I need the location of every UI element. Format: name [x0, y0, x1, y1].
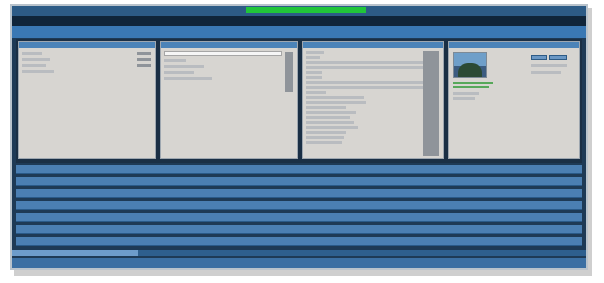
detail-line	[453, 97, 475, 100]
list-item[interactable]	[22, 58, 50, 61]
list-item[interactable]	[164, 65, 204, 68]
detail-line	[531, 71, 561, 74]
section-bar-7[interactable]	[16, 237, 582, 246]
scrollbar[interactable]	[423, 51, 439, 156]
list-item[interactable]	[306, 131, 346, 134]
action-button-2[interactable]	[549, 55, 567, 60]
panel-header	[303, 42, 443, 48]
list-item[interactable]	[164, 59, 186, 62]
list-item[interactable]	[306, 141, 342, 144]
list-item[interactable]	[306, 86, 426, 89]
list-item[interactable]	[306, 96, 364, 99]
action-button-1[interactable]	[531, 55, 547, 60]
top-tab-6[interactable]	[532, 8, 572, 13]
status-line	[453, 82, 493, 84]
panel-list-1	[18, 41, 156, 159]
panel-list-2	[160, 41, 298, 159]
list-item[interactable]	[306, 51, 324, 54]
list-item[interactable]	[22, 64, 46, 67]
panel-header	[161, 42, 297, 48]
preview-image	[453, 52, 487, 78]
image-hill	[458, 63, 482, 77]
section-bar-4[interactable]	[16, 201, 582, 210]
panel-header	[449, 42, 579, 48]
detail-line	[453, 92, 479, 95]
top-tab-5[interactable]	[472, 8, 512, 13]
list-item[interactable]	[306, 101, 366, 104]
list-item-value	[137, 58, 151, 61]
list-item[interactable]	[306, 116, 350, 119]
panel-row	[16, 39, 582, 163]
footer-bar	[12, 258, 586, 268]
top-tab-2[interactable]	[132, 8, 172, 13]
panel-details	[448, 41, 580, 159]
footer-item-3[interactable]	[482, 261, 522, 265]
toolbar-strip	[12, 16, 586, 26]
list-item[interactable]	[306, 66, 426, 69]
list-item[interactable]	[306, 121, 354, 124]
list-item[interactable]	[164, 71, 194, 74]
section-bar-5[interactable]	[16, 213, 582, 222]
active-tab-highlight[interactable]	[246, 7, 366, 13]
panel-list-3	[302, 41, 444, 159]
list-item-value	[137, 64, 151, 67]
top-tab-1[interactable]	[62, 8, 102, 13]
footer-item-1[interactable]	[107, 261, 147, 265]
status-line	[453, 86, 489, 88]
list-item[interactable]	[306, 136, 344, 139]
progress-bar	[12, 250, 586, 256]
section-bar-2[interactable]	[16, 177, 582, 186]
top-navigation-bar	[12, 6, 586, 16]
progress-fill	[12, 250, 139, 256]
list-item[interactable]	[306, 106, 346, 109]
app-window	[10, 4, 588, 270]
list-item[interactable]	[306, 81, 426, 84]
list-item[interactable]	[306, 126, 358, 129]
list-item[interactable]	[22, 70, 54, 73]
list-item[interactable]	[306, 91, 326, 94]
panel-header	[19, 42, 155, 48]
top-tab-3[interactable]	[202, 8, 242, 13]
list-item[interactable]	[306, 111, 356, 114]
list-item[interactable]	[164, 77, 212, 80]
list-item[interactable]	[306, 76, 322, 79]
list-item[interactable]	[306, 56, 320, 59]
list-item-value	[137, 52, 151, 55]
section-bar-6[interactable]	[16, 225, 582, 234]
section-header	[12, 26, 586, 38]
section-bar-1[interactable]	[16, 165, 582, 174]
section-bar-3[interactable]	[16, 189, 582, 198]
footer-item-2[interactable]	[297, 261, 337, 265]
selected-list-item[interactable]	[164, 51, 282, 56]
list-item[interactable]	[306, 61, 426, 64]
top-tab-4[interactable]	[402, 8, 442, 13]
list-item[interactable]	[22, 52, 42, 55]
scrollbar[interactable]	[285, 52, 293, 92]
detail-line	[531, 64, 567, 67]
list-item[interactable]	[306, 71, 322, 74]
collapsible-sections	[16, 165, 582, 255]
